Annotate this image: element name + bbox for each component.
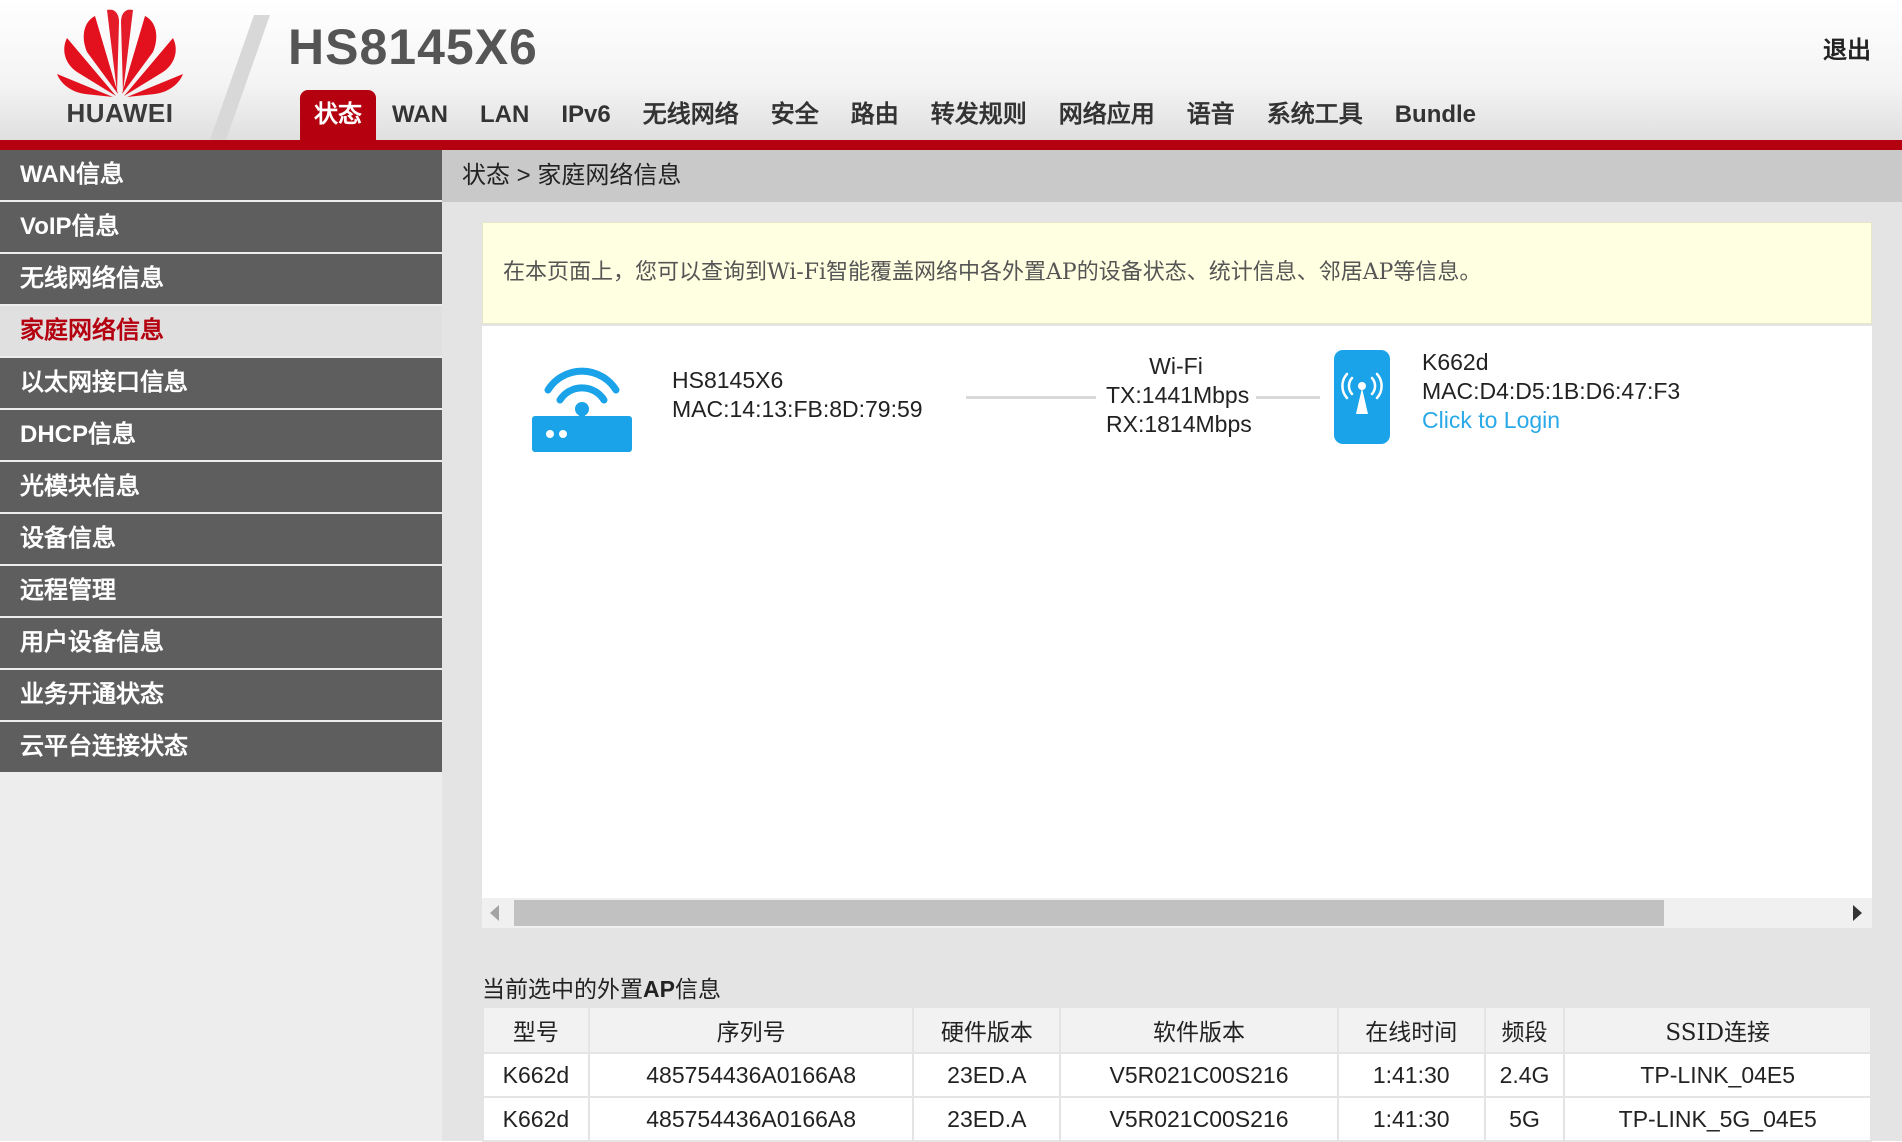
sidebar-item-cloud-status[interactable]: 云平台连接状态: [0, 722, 442, 772]
ap-mac: MAC:D4:D5:1B:D6:47:F3: [1422, 378, 1681, 404]
ap-name: K662d: [1422, 349, 1489, 375]
brand-name: HUAWEI: [66, 98, 174, 128]
sidebar-item-user-device-info[interactable]: 用户设备信息: [0, 618, 442, 668]
main-nav: 状态 WAN LAN IPv6 无线网络 安全 路由 转发规则 网络应用 语音 …: [300, 90, 1492, 140]
table-header-row: 型号 序列号 硬件版本 软件版本 在线时间 频段 SSID连接: [482, 1006, 1872, 1054]
gateway-name: HS8145X6: [672, 367, 784, 393]
cell-online-time: 1:41:30: [1336, 1052, 1486, 1098]
tab-route[interactable]: 路由: [835, 90, 915, 140]
tab-ipv6[interactable]: IPv6: [545, 90, 626, 140]
link-line-right: [1256, 396, 1320, 399]
ap-info-title-suffix: 信息: [674, 977, 721, 1003]
link-tx-rate: TX:1441Mbps: [1106, 382, 1250, 408]
col-software-version: 软件版本: [1059, 1006, 1339, 1054]
horizontal-scrollbar[interactable]: [482, 898, 1872, 928]
tab-wireless[interactable]: 无线网络: [627, 90, 755, 140]
breadcrumb: 状态 > 家庭网络信息: [442, 150, 1902, 202]
col-hardware-version: 硬件版本: [912, 1006, 1062, 1054]
gateway-mac: MAC:14:13:FB:8D:79:59: [672, 396, 923, 422]
cell-hardware-version: 23ED.A: [912, 1096, 1062, 1142]
tab-security[interactable]: 安全: [755, 90, 835, 140]
col-band: 频段: [1483, 1006, 1566, 1054]
page-notice: 在本页面上，您可以查询到Wi-Fi智能覆盖网络中各外置AP的设备状态、统计信息、…: [482, 222, 1872, 324]
table-row: K662d 485754436A0166A8 23ED.A V5R021C00S…: [482, 1096, 1872, 1142]
link-type: Wi-Fi: [1149, 353, 1203, 379]
ap-info-title-prefix: 当前选中的外置: [482, 977, 643, 1003]
huawei-petals-icon: [57, 9, 183, 97]
ap-info-title: 当前选中的外置AP信息: [482, 970, 721, 1004]
sidebar-item-optical-info[interactable]: 光模块信息: [0, 462, 442, 512]
header-red-bar: [0, 140, 1902, 150]
ap-node-info: K662d MAC:D4:D5:1B:D6:47:F3 Click to Log…: [1422, 348, 1680, 435]
sidebar: WAN信息 VoIP信息 无线网络信息 家庭网络信息 以太网接口信息 DHCP信…: [0, 150, 442, 1141]
sidebar-item-device-info[interactable]: 设备信息: [0, 514, 442, 564]
table-row: K662d 485754436A0166A8 23ED.A V5R021C00S…: [482, 1052, 1872, 1098]
logout-button[interactable]: 退出: [1823, 30, 1871, 65]
cell-band: 2.4G: [1483, 1052, 1566, 1098]
ap-info-title-bold: AP: [643, 976, 675, 1002]
cell-ssid: TP-LINK_04E5: [1563, 1052, 1872, 1098]
sidebar-item-home-network-info[interactable]: 家庭网络信息: [0, 306, 442, 356]
tab-lan[interactable]: LAN: [464, 90, 545, 140]
page-header: HUAWEI HS8145X6 退出 状态 WAN LAN IPv6 无线网络 …: [0, 0, 1902, 150]
cell-ssid: TP-LINK_5G_04E5: [1563, 1096, 1872, 1142]
ap-login-link[interactable]: Click to Login: [1422, 406, 1680, 435]
tab-bundle[interactable]: Bundle: [1379, 90, 1492, 140]
ap-info-table: 型号 序列号 硬件版本 软件版本 在线时间 频段 SSID连接 K662d 48…: [482, 1006, 1872, 1142]
cell-software-version: V5R021C00S216: [1059, 1096, 1339, 1142]
sidebar-item-service-status[interactable]: 业务开通状态: [0, 670, 442, 720]
scrollbar-thumb[interactable]: [514, 900, 1664, 926]
cell-online-time: 1:41:30: [1336, 1096, 1486, 1142]
tab-voice[interactable]: 语音: [1171, 90, 1251, 140]
header-slash-decoration: [210, 15, 270, 140]
huawei-logo: HUAWEI: [55, 8, 185, 134]
col-serial: 序列号: [587, 1006, 915, 1054]
sidebar-item-dhcp-info[interactable]: DHCP信息: [0, 410, 442, 460]
cell-model: K662d: [482, 1096, 590, 1142]
main-content: 状态 > 家庭网络信息 在本页面上，您可以查询到Wi-Fi智能覆盖网络中各外置A…: [442, 150, 1902, 1142]
tab-system-tools[interactable]: 系统工具: [1251, 90, 1379, 140]
cell-model: K662d: [482, 1052, 590, 1098]
gateway-info: HS8145X6 MAC:14:13:FB:8D:79:59: [672, 366, 923, 424]
col-model: 型号: [482, 1006, 590, 1054]
device-model-title: HS8145X6: [288, 19, 538, 75]
tab-network-apps[interactable]: 网络应用: [1043, 90, 1171, 140]
scroll-right-arrow-icon[interactable]: [1853, 905, 1862, 921]
sidebar-item-voip-info[interactable]: VoIP信息: [0, 202, 442, 252]
col-ssid: SSID连接: [1563, 1006, 1872, 1054]
cell-hardware-version: 23ED.A: [912, 1052, 1062, 1098]
cell-serial: 485754436A0166A8: [587, 1096, 915, 1142]
network-topology-panel: HS8145X6 MAC:14:13:FB:8D:79:59 Wi-Fi TX:…: [482, 326, 1872, 928]
cell-band: 5G: [1483, 1096, 1566, 1142]
cell-software-version: V5R021C00S216: [1059, 1052, 1339, 1098]
sidebar-item-wireless-info[interactable]: 无线网络信息: [0, 254, 442, 304]
tab-forward-rules[interactable]: 转发规则: [915, 90, 1043, 140]
col-online-time: 在线时间: [1336, 1006, 1486, 1054]
tab-wan[interactable]: WAN: [376, 90, 464, 140]
scroll-left-arrow-icon[interactable]: [490, 905, 499, 921]
link-line-left: [966, 396, 1096, 399]
tab-status[interactable]: 状态: [300, 90, 376, 140]
cell-serial: 485754436A0166A8: [587, 1052, 915, 1098]
sidebar-item-ethernet-info[interactable]: 以太网接口信息: [0, 358, 442, 408]
sidebar-item-remote-management[interactable]: 远程管理: [0, 566, 442, 616]
access-point-icon[interactable]: [1334, 350, 1390, 444]
router-icon[interactable]: [530, 354, 634, 454]
link-rx-rate: RX:1814Mbps: [1106, 411, 1252, 437]
link-info: Wi-Fi TX:1441Mbps RX:1814Mbps: [1106, 352, 1252, 439]
sidebar-item-wan-info[interactable]: WAN信息: [0, 150, 442, 200]
